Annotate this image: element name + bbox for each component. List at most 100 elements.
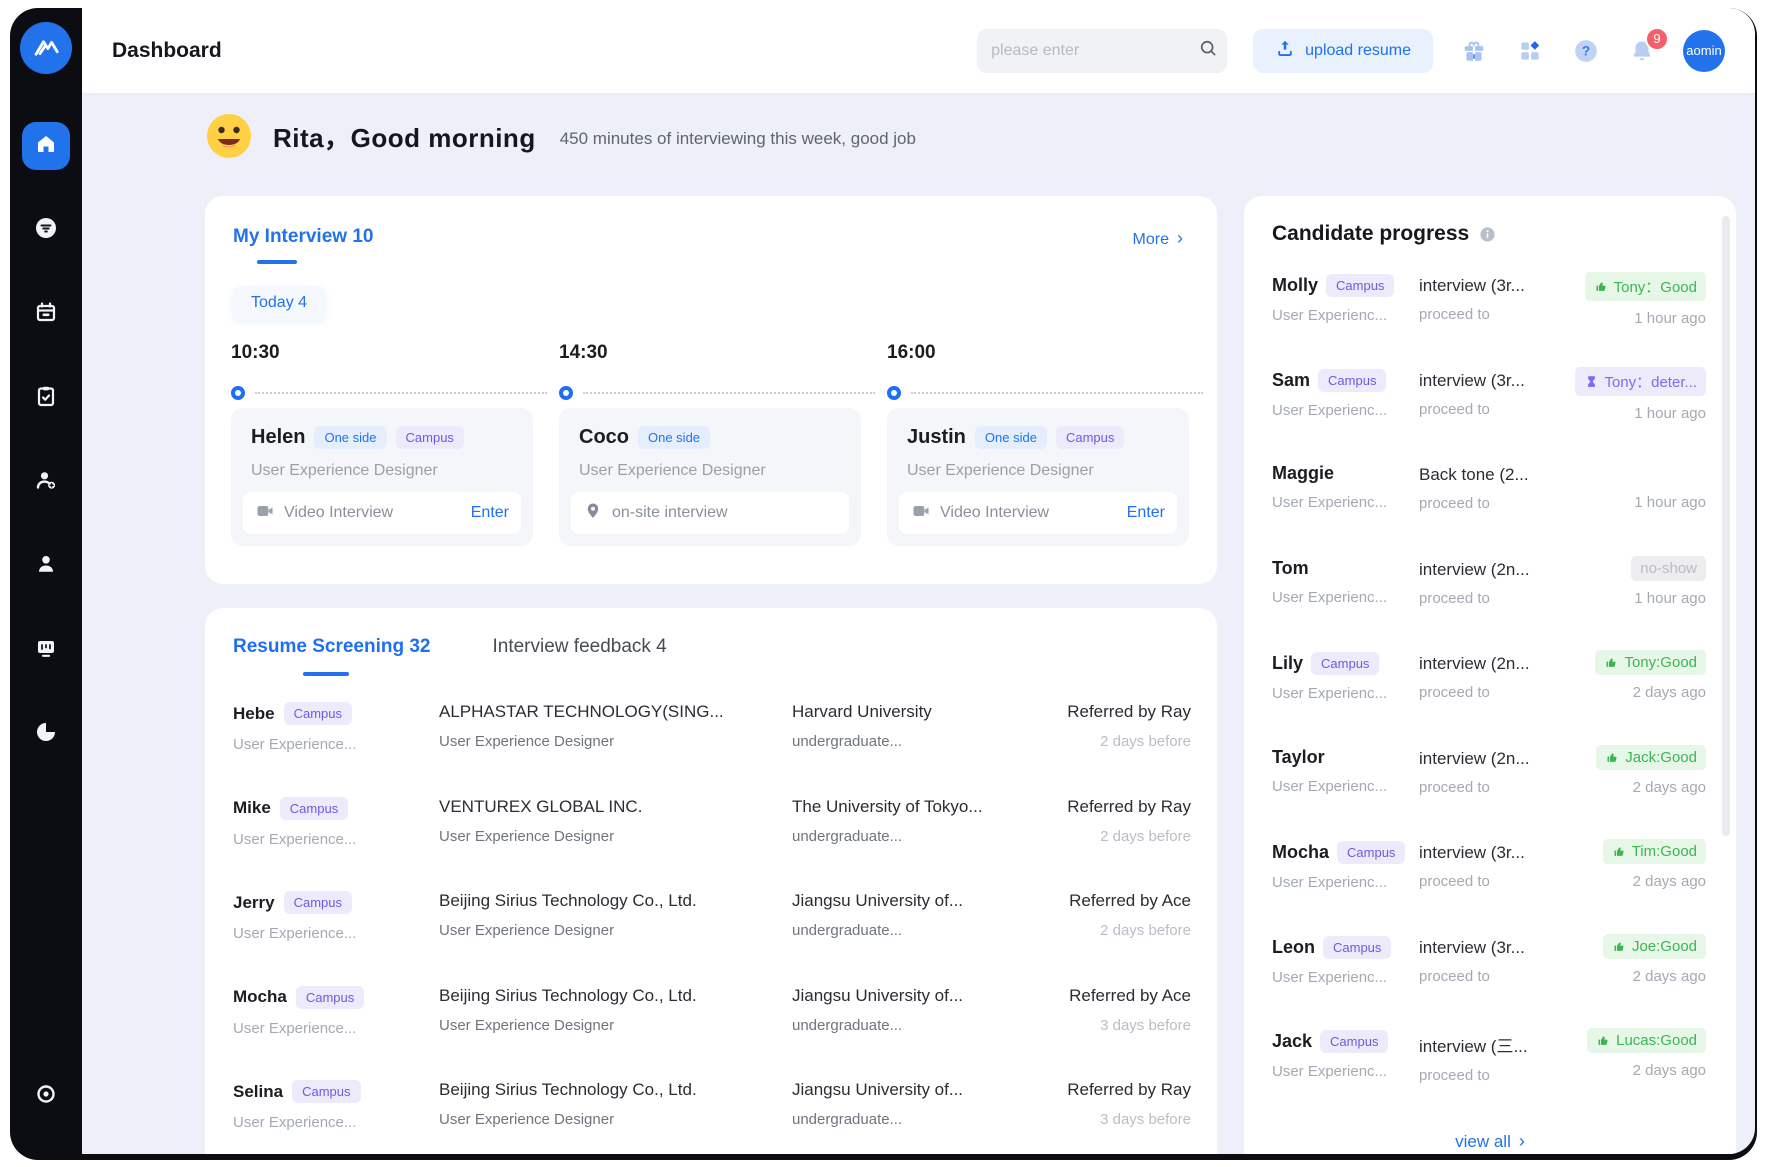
stage: interview (2n...	[1419, 560, 1579, 580]
campus-tag: Campus	[1056, 426, 1124, 449]
logo-mountain-icon[interactable]	[20, 22, 72, 74]
referral: Referred by Ace	[1069, 891, 1191, 911]
list-item[interactable]: JackCampusUser Experienc... interview (三…	[1272, 1024, 1706, 1119]
sidebar-item-candidates[interactable]	[22, 542, 70, 590]
candidate-name: Sam	[1272, 370, 1310, 391]
campus-tag: Campus	[1326, 274, 1394, 297]
timestamp: 2 days ago	[1596, 779, 1706, 796]
candidate-name: Mike	[233, 798, 271, 818]
upload-resume-label: upload resume	[1305, 42, 1411, 60]
view-all-link[interactable]: view all	[1244, 1131, 1736, 1152]
timestamp: 1 hour ago	[1631, 590, 1706, 607]
list-item[interactable]: TaylorUser Experienc... interview (2n...…	[1272, 741, 1706, 836]
search-input[interactable]	[991, 42, 1198, 60]
candidate-role: User Experienc...	[1272, 494, 1422, 511]
company: VENTUREX GLOBAL INC.	[439, 797, 784, 817]
position: User Experience Designer	[439, 922, 784, 939]
referral: Referred by Ray	[1067, 702, 1191, 722]
campus-tag: Campus	[296, 986, 364, 1009]
sidebar	[10, 8, 82, 1160]
stage-sub: proceed to	[1419, 1067, 1579, 1084]
pie-chart-icon	[34, 720, 58, 749]
campus-tag: Campus	[1337, 841, 1405, 864]
upload-resume-button[interactable]: upload resume	[1253, 29, 1433, 73]
timeline-dot-icon	[559, 386, 573, 400]
interview-time: 16:00	[887, 342, 936, 364]
timestamp: 1 hour ago	[1575, 405, 1706, 422]
search-box[interactable]	[977, 29, 1227, 73]
campus-tag: Campus	[1318, 369, 1386, 392]
timeline-dash	[583, 392, 875, 394]
thumbs-up-icon	[1604, 655, 1619, 670]
list-item[interactable]: MochaCampusUser Experienc... interview (…	[1272, 835, 1706, 930]
list-item[interactable]: LeonCampusUser Experienc... interview (3…	[1272, 930, 1706, 1025]
list-item[interactable]: LilyCampusUser Experienc... interview (2…	[1272, 646, 1706, 741]
resume-screening-card: Resume Screening 32 Interview feedback 4…	[205, 608, 1217, 1154]
timeline-dash	[911, 392, 1203, 394]
tab-resume-screening[interactable]: Resume Screening 32	[233, 636, 430, 658]
list-item[interactable]: MollyCampusUser Experienc... interview (…	[1272, 268, 1706, 363]
one-side-tag: One side	[975, 426, 1047, 449]
apps-grid-icon[interactable]	[1515, 36, 1545, 66]
company: Beijing Sirius Technology Co., Ltd.	[439, 1080, 784, 1100]
notification-badge: 9	[1645, 27, 1669, 51]
sidebar-item-add-candidate[interactable]	[22, 458, 70, 506]
interview-slot: 16:00 Justin One side Campus User Experi…	[887, 196, 1189, 584]
list-item[interactable]: TomUser Experienc... interview (2n...pro…	[1272, 552, 1706, 647]
candidate-role: User Experience...	[233, 1114, 433, 1131]
sidebar-item-calendar[interactable]	[22, 290, 70, 338]
table-row[interactable]: SelinaCampusUser Experience... Beijing S…	[233, 1072, 1191, 1154]
greeting: Rita，Good morning 450 minutes of intervi…	[205, 112, 916, 160]
timestamp: 2 days ago	[1595, 684, 1706, 701]
campus-tag: Campus	[284, 891, 352, 914]
status-badge: Tony：Good	[1585, 272, 1706, 301]
status-badge: Tony：deter...	[1575, 367, 1706, 396]
enter-link[interactable]: Enter	[471, 504, 509, 522]
sidebar-item-record[interactable]	[22, 1072, 70, 1120]
candidate-role: User Experience...	[233, 831, 433, 848]
sidebar-item-filter[interactable]	[22, 206, 70, 254]
sidebar-item-interview-room[interactable]	[22, 626, 70, 674]
sidebar-item-statistics[interactable]	[22, 710, 70, 758]
interview-card[interactable]: Helen One side Campus User Experience De…	[231, 408, 533, 546]
gift-icon[interactable]	[1459, 36, 1489, 66]
table-row[interactable]: HebeCampusUser Experience... ALPHASTAR T…	[233, 694, 1191, 789]
sidebar-item-tasks[interactable]	[22, 374, 70, 422]
greeting-title: Rita，Good morning	[273, 118, 536, 155]
school: Jiangsu University of...	[792, 1080, 1042, 1100]
degree: undergraduate...	[792, 828, 1042, 845]
topbar: Dashboard upload resume ?	[82, 8, 1755, 94]
thumbs-up-icon	[1612, 844, 1627, 859]
table-row[interactable]: MochaCampusUser Experience... Beijing Si…	[233, 978, 1191, 1073]
list-item[interactable]: SamCampusUser Experienc... interview (3r…	[1272, 363, 1706, 458]
stage-sub: proceed to	[1419, 873, 1579, 890]
enter-link[interactable]: Enter	[1127, 504, 1165, 522]
table-row[interactable]: JerryCampusUser Experience... Beijing Si…	[233, 883, 1191, 978]
interview-card[interactable]: Justin One side Campus User Experience D…	[887, 408, 1189, 546]
when: 2 days before	[1069, 922, 1191, 939]
stage-sub: proceed to	[1419, 495, 1579, 512]
company: Beijing Sirius Technology Co., Ltd.	[439, 986, 784, 1006]
bell-icon[interactable]: 9	[1627, 36, 1657, 66]
candidate-role: User Experienc...	[1272, 969, 1422, 986]
stage: interview (3r...	[1419, 938, 1579, 958]
tab-underline	[303, 672, 349, 676]
campus-tag: Campus	[292, 1080, 360, 1103]
scrollbar[interactable]	[1722, 216, 1730, 836]
stage-sub: proceed to	[1419, 590, 1579, 607]
list-item[interactable]: MaggieUser Experienc... Back tone (2...p…	[1272, 457, 1706, 552]
location-pin-icon	[583, 501, 603, 526]
stage-sub: proceed to	[1419, 306, 1579, 323]
table-row[interactable]: MikeCampusUser Experience... VENTUREX GL…	[233, 789, 1191, 884]
info-icon[interactable]	[1479, 226, 1496, 243]
tab-interview-feedback[interactable]: Interview feedback 4	[492, 636, 666, 658]
sidebar-item-home[interactable]	[22, 122, 70, 170]
thumbs-up-icon	[1594, 279, 1609, 294]
interview-card[interactable]: Coco One side User Experience Designer o…	[559, 408, 861, 546]
avatar[interactable]: aomin	[1683, 30, 1725, 72]
calendar-icon	[34, 300, 58, 329]
help-icon[interactable]: ?	[1571, 36, 1601, 66]
campus-tag: Campus	[1311, 652, 1379, 675]
candidate-name: Jack	[1272, 1031, 1312, 1052]
search-icon[interactable]	[1198, 38, 1218, 63]
